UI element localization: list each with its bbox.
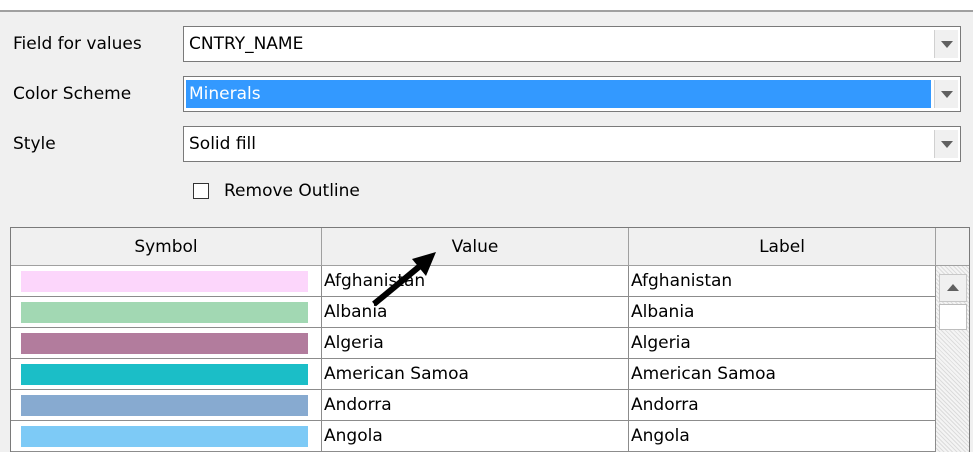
style-value: Solid fill [189,134,256,154]
label-cell[interactable]: Angola [629,421,936,452]
symbol-cell[interactable] [11,359,322,390]
color-swatch[interactable] [21,302,308,323]
scrollbar-thumb[interactable] [939,304,967,330]
field-for-values-value: CNTRY_NAME [189,34,304,54]
values-table: Symbol Value Label Afghanistan Afghanista… [10,227,970,452]
symbol-cell[interactable] [11,421,322,452]
value-cell[interactable]: Afghanistan [322,266,629,297]
value-cell[interactable]: Algeria [322,328,629,359]
column-header-value[interactable]: Value [322,228,629,266]
column-header-label[interactable]: Label [629,228,936,266]
table-row[interactable]: Afghanistan Afghanistan [11,266,936,297]
field-for-values-label: Field for values [13,34,142,54]
color-swatch[interactable] [21,364,308,385]
table-row[interactable]: Angola Angola [11,421,936,452]
style-select[interactable]: Solid fill [183,126,961,162]
column-header-symbol[interactable]: Symbol [11,228,322,266]
label-cell[interactable]: Albania [629,297,936,328]
value-cell[interactable]: Andorra [322,390,629,421]
vertical-scrollbar[interactable] [936,266,969,452]
value-cell[interactable]: Albania [322,297,629,328]
color-swatch[interactable] [21,271,308,292]
table-row[interactable]: Andorra Andorra [11,390,936,421]
column-header-spacer [936,228,969,266]
symbol-cell[interactable] [11,266,322,297]
color-swatch[interactable] [21,426,308,447]
value-cell[interactable]: Angola [322,421,629,452]
table-row[interactable]: Algeria Algeria [11,328,936,359]
style-label: Style [13,134,56,154]
chevron-down-icon[interactable] [934,80,958,108]
color-scheme-value: Minerals [186,80,931,108]
color-swatch[interactable] [21,395,308,416]
chevron-down-icon[interactable] [934,30,958,58]
label-cell[interactable]: Algeria [629,328,936,359]
color-scheme-label: Color Scheme [13,84,132,104]
triangle-up-icon[interactable] [939,274,967,302]
remove-outline-label[interactable]: Remove Outline [224,178,360,204]
label-cell[interactable]: Andorra [629,390,936,421]
table-row[interactable]: Albania Albania [11,297,936,328]
label-cell[interactable]: Afghanistan [629,266,936,297]
value-cell[interactable]: American Samoa [322,359,629,390]
color-swatch[interactable] [21,333,308,354]
symbol-cell[interactable] [11,390,322,421]
remove-outline-checkbox[interactable] [193,183,209,199]
table-row[interactable]: American Samoa American Samoa [11,359,936,390]
symbol-cell[interactable] [11,297,322,328]
symbology-panel: Field for values CNTRY_NAME Color Scheme… [0,0,973,452]
label-cell[interactable]: American Samoa [629,359,936,390]
field-for-values-select[interactable]: CNTRY_NAME [183,26,961,62]
panel-top-border [0,0,973,12]
chevron-down-icon[interactable] [934,130,958,158]
color-scheme-select[interactable]: Minerals [183,76,961,112]
symbol-cell[interactable] [11,328,322,359]
